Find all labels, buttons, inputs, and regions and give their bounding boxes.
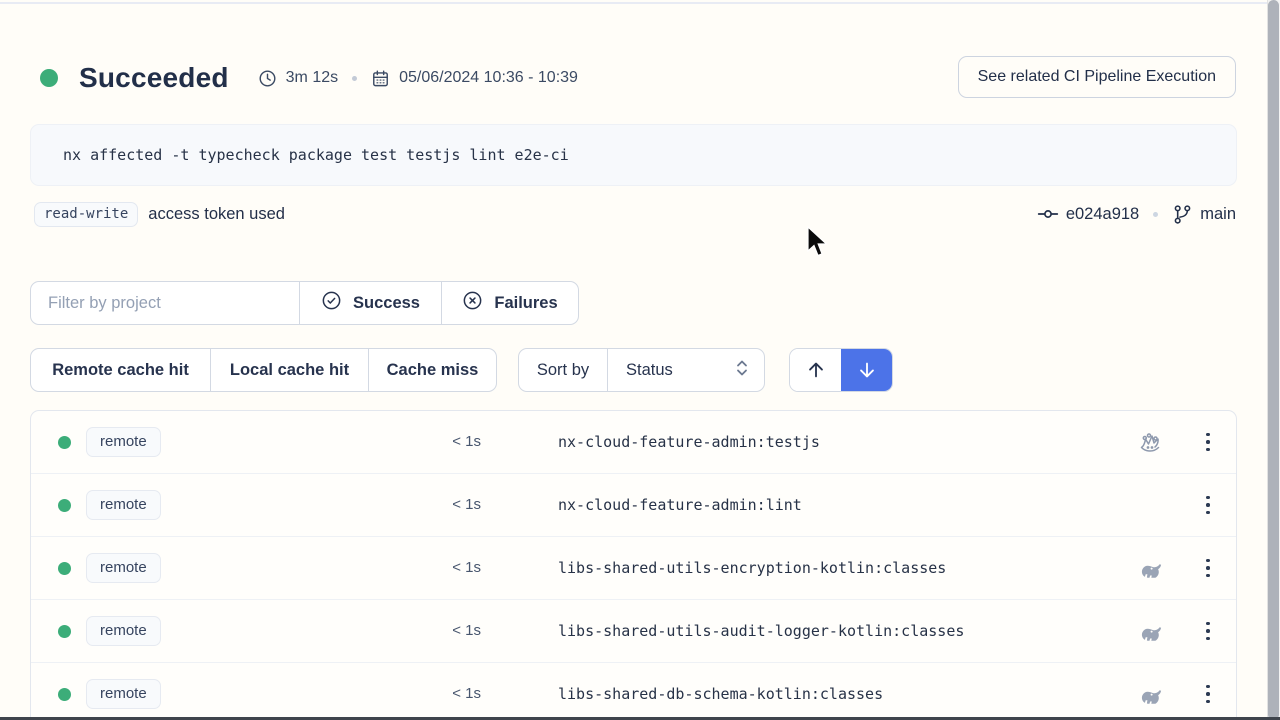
cache-badge: remote [86, 490, 161, 520]
cache-badge: remote [86, 427, 161, 457]
related-pipeline-button[interactable]: See related CI Pipeline Execution [958, 56, 1236, 98]
filter-failures-label: Failures [494, 294, 557, 313]
task-row[interactable]: remote < 1s libs-shared-utils-encryption… [31, 537, 1236, 600]
access-token-text: access token used [148, 205, 285, 224]
tab-cache-miss[interactable]: Cache miss [368, 349, 496, 391]
calendar-icon [371, 69, 390, 88]
task-row[interactable]: remote < 1s nx-cloud-feature-admin:lint [31, 474, 1236, 537]
gradle-icon [1137, 619, 1163, 645]
x-circle-icon [462, 290, 483, 316]
duration-text: 3m 12s [286, 69, 338, 87]
filter-group: Success Failures [30, 281, 579, 325]
task-list: remote < 1s nx-cloud-feature-admin:testj… [30, 410, 1237, 718]
sort-direction-group [789, 348, 893, 392]
task-menu-button[interactable] [1193, 552, 1223, 584]
tab-remote-cache-hit[interactable]: Remote cache hit [31, 349, 210, 391]
command-box: nx affected -t typecheck package test te… [30, 124, 1237, 186]
task-duration: < 1s [401, 685, 481, 702]
run-status-title: Succeeded [79, 62, 229, 94]
arrow-down-icon [856, 359, 878, 381]
scrollbar-thumb[interactable] [1268, 0, 1279, 720]
task-name: libs-shared-utils-audit-logger-kotlin:cl… [558, 622, 964, 640]
tab-local-cache-hit[interactable]: Local cache hit [210, 349, 368, 391]
task-duration: < 1s [401, 496, 481, 513]
vcs-meta: e024a918 main [1037, 200, 1236, 228]
filter-success-label: Success [353, 294, 420, 313]
task-menu-button[interactable] [1193, 426, 1223, 458]
task-duration: < 1s [401, 559, 481, 576]
task-menu-button[interactable] [1193, 615, 1223, 647]
task-duration: < 1s [401, 622, 481, 639]
gradle-icon [1137, 556, 1163, 582]
branch-icon [1172, 204, 1193, 225]
task-status-dot [58, 562, 71, 575]
jest-icon [1137, 430, 1163, 456]
filter-success-button[interactable]: Success [299, 282, 441, 324]
task-name: libs-shared-utils-encryption-kotlin:clas… [558, 559, 946, 577]
task-status-dot [58, 499, 71, 512]
task-status-dot [58, 688, 71, 701]
mouse-cursor [806, 226, 830, 260]
task-row[interactable]: remote < 1s libs-shared-db-schema-kotlin… [31, 663, 1236, 718]
duration-meta: 3m 12s [258, 69, 338, 88]
task-status-dot [58, 436, 71, 449]
task-menu-button[interactable] [1193, 678, 1223, 710]
date-meta: 05/06/2024 10:36 - 10:39 [371, 69, 578, 88]
separator-dot [352, 76, 357, 81]
filter-failures-button[interactable]: Failures [441, 282, 578, 324]
commit-hash[interactable]: e024a918 [1066, 205, 1139, 224]
access-token-badge: read-write [34, 202, 138, 227]
task-status-dot [58, 625, 71, 638]
cache-badge: remote [86, 553, 161, 583]
gradle-icon [1137, 682, 1163, 708]
sort-group: Sort by Status [518, 348, 765, 392]
chevron-updown-icon [734, 358, 750, 383]
clock-icon [258, 69, 277, 88]
commit-icon [1037, 203, 1059, 225]
project-filter-input[interactable] [48, 294, 288, 313]
sort-select[interactable]: Status [607, 349, 764, 391]
task-row[interactable]: remote < 1s libs-shared-utils-audit-logg… [31, 600, 1236, 663]
task-row[interactable]: remote < 1s nx-cloud-feature-admin:testj… [31, 411, 1236, 474]
task-name: libs-shared-db-schema-kotlin:classes [558, 685, 883, 703]
task-menu-button[interactable] [1193, 489, 1223, 521]
token-row: read-write access token used e024a918 ma… [30, 200, 1237, 228]
check-circle-icon [321, 290, 342, 316]
date-range-text: 05/06/2024 10:36 - 10:39 [399, 69, 578, 87]
project-filter [31, 282, 299, 324]
sort-select-value: Status [626, 361, 734, 380]
separator-dot [1153, 212, 1158, 217]
top-divider [0, 2, 1280, 4]
command-text: nx affected -t typecheck package test te… [63, 146, 569, 164]
sort-ascending-button[interactable] [790, 349, 841, 391]
cache-badge: remote [86, 679, 161, 709]
run-status-dot [40, 69, 58, 87]
cache-badge: remote [86, 616, 161, 646]
task-name: nx-cloud-feature-admin:testjs [558, 433, 820, 451]
sort-by-label: Sort by [519, 349, 607, 391]
cache-tab-group: Remote cache hit Local cache hit Cache m… [30, 348, 497, 392]
sort-descending-button[interactable] [841, 349, 892, 391]
arrow-up-icon [805, 359, 827, 381]
branch-name[interactable]: main [1200, 205, 1236, 224]
task-name: nx-cloud-feature-admin:lint [558, 496, 802, 514]
task-duration: < 1s [401, 433, 481, 450]
scrollbar-track[interactable] [1267, 0, 1280, 720]
run-header: Succeeded 3m 12s 05/06/2024 10:36 - 10:3… [30, 56, 1237, 100]
